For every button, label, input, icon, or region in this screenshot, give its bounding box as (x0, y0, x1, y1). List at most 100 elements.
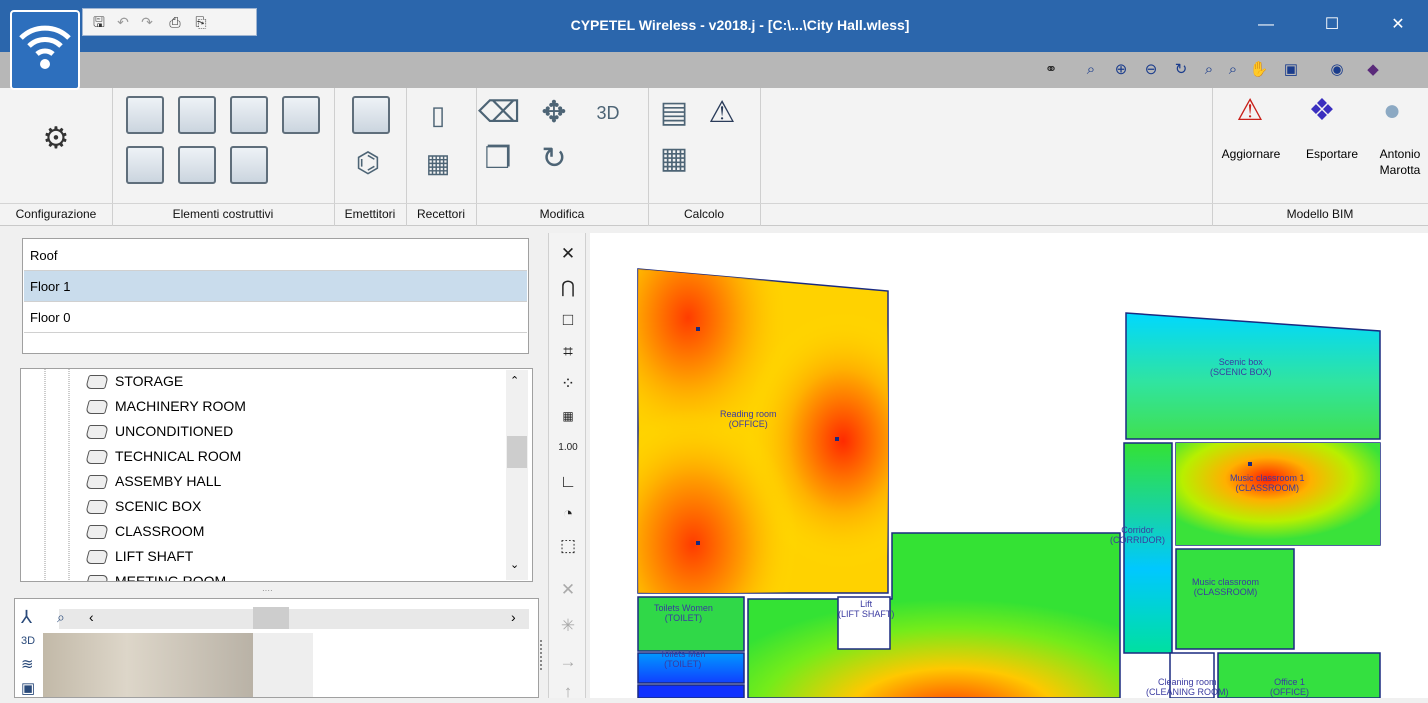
binoculars-icon[interactable]: ⚭ (1040, 60, 1062, 80)
axes-icon[interactable]: ⅄ (21, 607, 32, 628)
receiver-grid-icon[interactable]: ▦ (418, 144, 458, 182)
tree-item-label: SCENIC BOX (115, 498, 202, 514)
app-logo[interactable] (10, 10, 80, 90)
select-region-icon[interactable]: ⬚ (557, 535, 579, 557)
bim-server-icon[interactable]: ◆ (1362, 60, 1384, 80)
regenerate-icon[interactable]: ↻ (1170, 60, 1192, 80)
floor-item-floor0[interactable]: Floor 0 (24, 302, 527, 333)
scroll-right-icon[interactable]: › (511, 609, 516, 625)
ramp-icon[interactable] (178, 96, 216, 134)
3d-mode-icon[interactable]: 3D (21, 635, 35, 647)
cube-icon[interactable]: ▣ (21, 679, 35, 697)
tree-item[interactable]: ASSEMBY HALL (85, 469, 221, 493)
window-icon[interactable]: ▣ (1280, 60, 1302, 80)
panel-splitter[interactable] (540, 640, 544, 670)
globe-icon[interactable]: ◉ (1326, 60, 1348, 80)
scroll-left-icon[interactable]: ‹ (89, 609, 94, 625)
rectangle-icon[interactable]: □ (557, 309, 579, 331)
3d-view-panel: ⅄ ⌕ ‹ › 3D ≋ ▣ (14, 598, 539, 698)
redo-icon[interactable]: ↷ (137, 13, 157, 31)
floors-list: Roof Floor 1 Floor 0 (22, 238, 529, 354)
tree-item[interactable]: TECHNICAL ROOM (85, 444, 242, 468)
move-icon[interactable]: ✥ (534, 94, 574, 132)
settings-gear-icon[interactable]: ⚙ (36, 120, 76, 158)
ruler-icon[interactable]: ▦ (557, 405, 579, 427)
floor-item-roof[interactable]: Roof (24, 240, 527, 271)
room-name: Reading room (720, 409, 777, 419)
errors-warning-icon[interactable]: ⚠ (702, 94, 742, 132)
undo-icon[interactable]: ↶ (113, 13, 133, 31)
angle-icon[interactable]: ∟ (557, 471, 579, 493)
zoom-previous-icon[interactable]: ⊖ (1140, 60, 1162, 80)
tree-item[interactable]: STORAGE (85, 369, 183, 393)
floor-item-floor1[interactable]: Floor 1 (24, 271, 527, 302)
dimension-icon[interactable]: 1.00 (557, 437, 579, 459)
splitter-grip[interactable]: ···· (262, 587, 286, 595)
layers-icon[interactable]: ≋ (21, 655, 34, 673)
report-calculator-icon[interactable]: ▦ (654, 140, 694, 178)
print-icon[interactable]: ⎙ (165, 13, 185, 31)
copy-icon[interactable]: ❐ (478, 140, 518, 178)
tree-item[interactable]: UNCONDITIONED (85, 419, 234, 443)
tree-item-label: MEETING ROOM (115, 573, 227, 582)
print-preview-icon[interactable]: ⎘ (191, 13, 211, 31)
user-name-line2[interactable]: Marotta (1372, 162, 1428, 178)
3d-scroll-thumb[interactable] (253, 607, 289, 629)
tree-item[interactable]: MEETING ROOM (85, 569, 227, 582)
tools-icon[interactable]: ✕ (557, 243, 579, 265)
3d-view-icon[interactable]: 3D (588, 94, 628, 132)
tree-item[interactable]: SCENIC BOX (85, 494, 202, 518)
tree-item-label: TECHNICAL ROOM (115, 448, 242, 464)
minimize-button[interactable]: — (1244, 12, 1288, 42)
zoom-icon[interactable]: ⌕ (57, 609, 65, 626)
vertical-toolbar: ✕ ⋂ □ ⌗ ⁘ ▦ 1.00 ∟ ◔ ⬚ ✕ ✳ → ↑ (548, 233, 586, 701)
eraser-icon[interactable]: ⌫ (478, 94, 520, 132)
tree-item[interactable]: CLASSROOM (85, 519, 204, 543)
door-icon[interactable] (230, 146, 268, 184)
close-button[interactable]: ✕ (1376, 12, 1420, 42)
tree-item[interactable]: MACHINERY ROOM (85, 394, 246, 418)
user-name-line1[interactable]: Antonio (1372, 146, 1428, 162)
room-label-reading: Reading room (OFFICE) (720, 409, 777, 429)
column-icon[interactable] (126, 146, 164, 184)
maximize-button[interactable]: ☐ (1310, 12, 1354, 42)
user-avatar-icon[interactable]: ● (1372, 92, 1412, 130)
scroll-down-icon[interactable]: ⌄ (510, 558, 519, 571)
floor-plan-canvas[interactable]: Reading room (OFFICE) Scenic box (SCENIC B… (590, 233, 1428, 698)
wall-corner-icon[interactable] (230, 96, 268, 134)
zoom-extents-icon[interactable]: ⊕ (1110, 60, 1132, 80)
grid-icon[interactable]: ⌗ (557, 341, 579, 363)
tree-item[interactable]: LIFT SHAFT (85, 544, 193, 568)
update-button-label[interactable]: Aggiornare (1216, 146, 1286, 162)
emitter-device-icon[interactable] (352, 96, 390, 134)
room-name: Toilets Women (654, 603, 713, 613)
partition-icon[interactable] (178, 146, 216, 184)
rotate-icon[interactable]: ↻ (534, 140, 574, 178)
zoom-in-icon[interactable]: ⌕ (1198, 60, 1220, 80)
room-type-icon (85, 450, 109, 465)
receiver-icon[interactable]: ▯ (418, 96, 458, 134)
room-type: (TOILET) (664, 659, 702, 669)
scroll-up-icon[interactable]: ⌃ (510, 374, 519, 387)
zoom-window-icon[interactable]: ⌕ (1080, 60, 1102, 80)
3d-view-scrollbar[interactable] (59, 609, 529, 629)
calculate-icon[interactable]: ▤ (654, 94, 694, 132)
pan-hand-icon[interactable]: ✋ (1248, 60, 1270, 80)
window-element-icon[interactable] (282, 96, 320, 134)
zoom-out-icon[interactable]: ⌕ (1222, 60, 1244, 80)
disabled-tool-icon: ✳ (560, 616, 576, 635)
save-icon[interactable]: 🖫 (89, 13, 109, 31)
slab-icon[interactable] (126, 96, 164, 134)
tree-item-label: UNCONDITIONED (115, 423, 234, 439)
orbit-icon[interactable]: ◔ (557, 503, 579, 525)
points-icon[interactable]: ⁘ (557, 373, 579, 395)
update-alert-icon[interactable]: ⚠ (1230, 92, 1270, 130)
wireless-router-icon[interactable]: ⌬ (348, 144, 388, 182)
tree-scrollbar[interactable]: ⌃ ⌄ (506, 370, 528, 580)
export-button-label[interactable]: Esportare (1298, 146, 1366, 162)
export-icon[interactable]: ❖ (1302, 92, 1342, 130)
scroll-thumb[interactable] (507, 436, 527, 468)
room-name: Cleaning room (1157, 677, 1217, 687)
magnet-snap-icon[interactable]: ⋂ (557, 277, 579, 299)
room-label-lift: Lift (LIFT SHAFT) (838, 599, 894, 619)
